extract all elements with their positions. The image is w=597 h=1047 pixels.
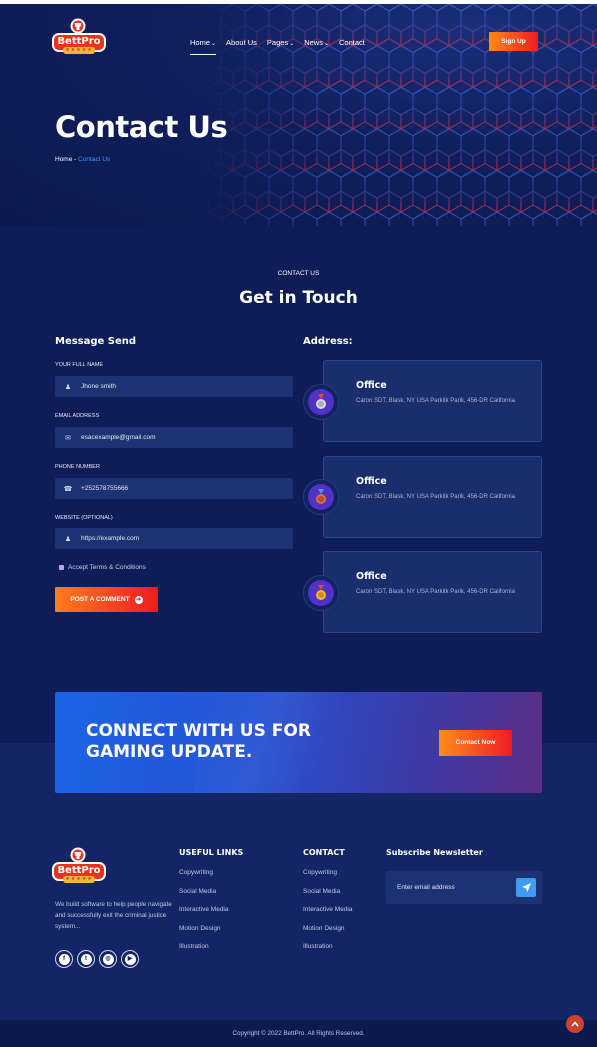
nav-news[interactable]: News⌄: [304, 38, 329, 47]
instagram-icon[interactable]: ◎: [99, 950, 117, 968]
office-title: Office: [356, 571, 387, 582]
office-address: Caron SDT, Blask, NY USA Parkitk Parik, …: [356, 589, 515, 595]
footer-link[interactable]: Illustration: [179, 943, 243, 962]
useful-links: USEFUL LINKS Copywriting Social Media In…: [179, 848, 243, 962]
section-eyebrow: CONTACT US: [277, 270, 320, 277]
brand-logo[interactable]: BettPro ★★★★★: [52, 18, 106, 60]
contact-now-button[interactable]: Contact Now: [439, 730, 512, 756]
hero-banner: BettPro ★★★★★ Home⌄ About Us Pages⌄ News…: [0, 4, 597, 226]
mail-icon: ✉: [65, 434, 71, 442]
fullname-label: YOUR FULL NAME: [55, 362, 104, 368]
office-card: Office Caron SDT, Blask, NY USA Parkitk …: [323, 456, 542, 538]
copyright-bar: Copyright © 2022 BettPro. All Rights Res…: [0, 1020, 597, 1047]
breadcrumb-current: Contact Us: [78, 156, 111, 163]
newsletter-title: Subscribe Newsletter: [386, 848, 483, 857]
nav-contact[interactable]: Contact: [339, 38, 365, 47]
chevron-down-icon: ⌄: [211, 41, 217, 47]
footer-link[interactable]: Interactive Media: [303, 906, 353, 925]
email-field[interactable]: ✉ esacexample@gmail.com: [55, 427, 293, 448]
youtube-icon[interactable]: ▶: [121, 950, 139, 968]
facebook-icon[interactable]: f: [55, 950, 73, 968]
scroll-top-button[interactable]: [566, 1015, 584, 1033]
twitter-icon[interactable]: t: [77, 950, 95, 968]
footer-link[interactable]: Motion Design: [303, 925, 353, 944]
cta-heading: CONNECT WITH US FOR GAMING UPDATE.: [86, 721, 311, 762]
footer-link[interactable]: Social Media: [303, 888, 353, 907]
send-button[interactable]: [516, 878, 536, 897]
contact-section: CONTACT US Get in Touch Message Send Add…: [0, 226, 597, 746]
phone-field[interactable]: ☎ +252578755666: [55, 478, 293, 499]
breadcrumb-home[interactable]: Home: [55, 156, 72, 163]
brand-stars: ★★★★★: [63, 47, 95, 54]
nav-about[interactable]: About Us: [226, 38, 257, 47]
footer-link[interactable]: Copywriting: [303, 869, 353, 888]
footer-link[interactable]: Illustration: [303, 943, 353, 962]
arrow-right-icon: ➜: [134, 595, 143, 604]
checkbox-icon: [59, 565, 64, 570]
office-card: Office Caron SDT, Blask, NY USA Parkitk …: [323, 551, 542, 633]
footer-link[interactable]: Copywriting: [179, 869, 243, 888]
terms-label: Accept Terms & Conditions: [68, 564, 146, 571]
main-nav: Home⌄ About Us Pages⌄ News⌄ Contact: [190, 38, 365, 55]
footer-link[interactable]: Interactive Media: [179, 906, 243, 925]
website-field[interactable]: ♟ https://example.com: [55, 528, 293, 549]
newsletter: Subscribe Newsletter: [386, 848, 483, 869]
cta-banner: CONNECT WITH US FOR GAMING UPDATE. Conta…: [55, 692, 542, 793]
website-label: WEBSITE (OPTIONAL): [55, 515, 113, 521]
footer-link[interactable]: Social Media: [179, 888, 243, 907]
signup-button[interactable]: Sign Up: [489, 32, 538, 51]
office-address: Caron SDT, Blask, NY USA Parkitk Parik, …: [356, 398, 515, 404]
social-links: f t ◎ ▶: [55, 950, 139, 968]
phone-label: PHONE NUMBER: [55, 464, 100, 470]
section-title: Get in Touch: [239, 288, 358, 308]
contact-links-title: CONTACT: [303, 848, 345, 857]
bronze-medal-icon: [303, 479, 339, 515]
nav-home[interactable]: Home⌄: [190, 38, 217, 55]
paper-plane-icon: [521, 883, 531, 892]
office-address: Caron SDT, Blask, NY USA Parkitk Parik, …: [356, 494, 515, 500]
post-comment-button[interactable]: POST A COMMENT ➜: [55, 587, 158, 612]
chevron-down-icon: ⌄: [323, 41, 330, 47]
fullname-field[interactable]: ♟ Jhone smith: [55, 376, 293, 397]
office-title: Office: [356, 476, 387, 487]
nav-pages[interactable]: Pages⌄: [267, 38, 294, 47]
office-card: Office Caron SDT, Blask, NY USA Parkitk …: [323, 360, 542, 442]
footer-link[interactable]: Motion Design: [179, 925, 243, 944]
footer-logo[interactable]: BettPro ★★★★★: [52, 847, 106, 889]
email-label: EMAIL ADDRESS: [55, 413, 100, 419]
user-icon: ♟: [64, 383, 72, 391]
page-title: Contact Us: [55, 110, 228, 144]
footer-about: We build software to help people navigat…: [55, 901, 172, 930]
newsletter-form: Enter email address: [386, 871, 542, 904]
newsletter-email-input[interactable]: Enter email address: [397, 871, 455, 904]
gold-medal-icon: [303, 575, 339, 611]
silver-medal-icon: [303, 384, 339, 420]
terms-checkbox[interactable]: Accept Terms & Conditions: [59, 564, 146, 571]
phone-icon: ☎: [63, 485, 73, 493]
address-title: Address:: [303, 336, 353, 347]
form-title: Message Send: [55, 336, 137, 347]
brand-stars: ★★★★★: [63, 876, 95, 883]
user-icon: ♟: [64, 535, 72, 543]
breadcrumb: Home - Contact Us: [55, 156, 110, 163]
chevron-down-icon: ⌄: [289, 41, 295, 47]
chevron-up-icon: [571, 1021, 579, 1027]
office-title: Office: [356, 380, 387, 391]
contact-links: CONTACT Copywriting Social Media Interac…: [303, 848, 353, 962]
useful-links-title: USEFUL LINKS: [179, 848, 244, 857]
